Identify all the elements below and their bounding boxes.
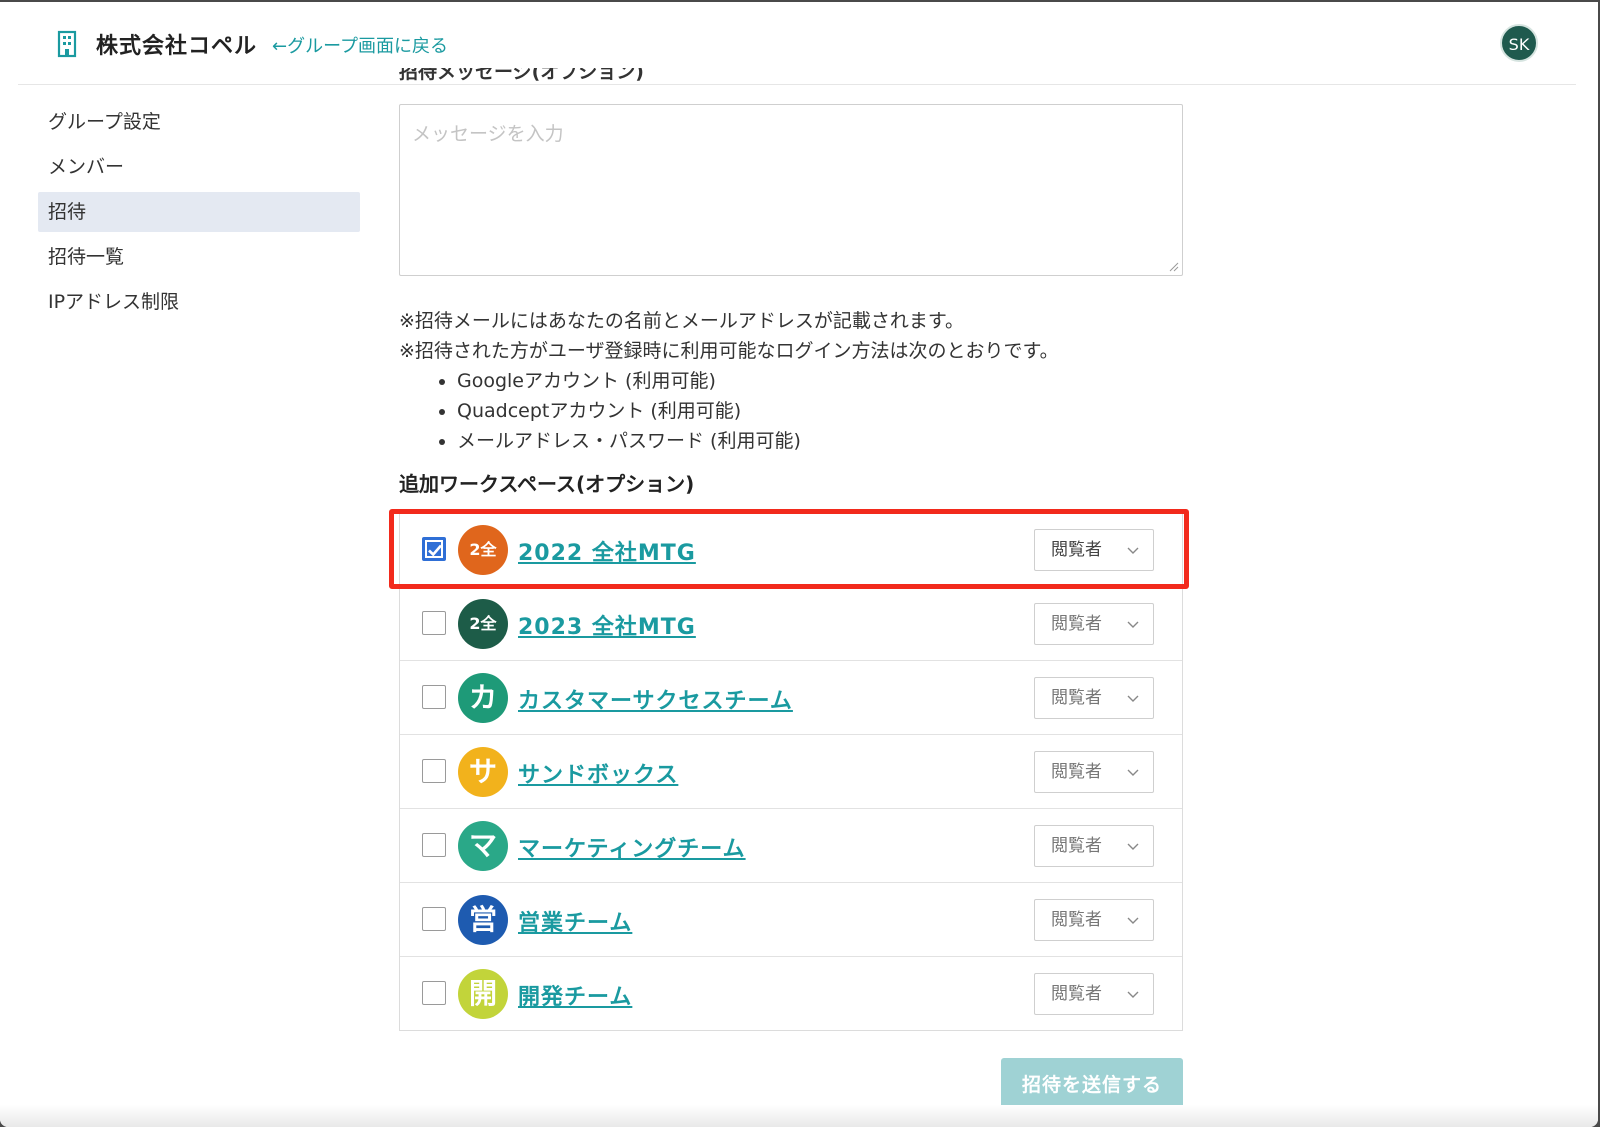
workspace-avatar-icon: 2全 [458,599,508,649]
workspace-checkbox[interactable] [422,611,446,635]
sidebar-item-invite[interactable]: 招待 [38,192,360,232]
workspace-row: 2全 2022 全社MTG 閲覧者 [400,512,1182,586]
window-bottom-shade [0,1105,1598,1127]
login-method-item: メールアドレス・パスワード (利用可能) [457,426,1199,456]
workspace-name-link[interactable]: カスタマーサクセスチーム [518,683,793,715]
workspace-avatar-icon: カ [458,673,508,723]
workspace-avatar-icon: 2全 [458,525,508,575]
workspace-row: 開開発チーム 閲覧者 [400,956,1182,1030]
role-select[interactable]: 閲覧者 [1034,825,1154,867]
chevron-down-icon [1127,621,1139,628]
invite-notes: ※招待メールにはあなたの名前とメールアドレスが記載されます。 ※招待された方がユ… [399,306,1199,456]
send-invite-button[interactable]: 招待を送信する [1001,1058,1183,1108]
chevron-down-icon [1127,917,1139,924]
role-value: 閲覧者 [1051,762,1102,782]
note-line-1: ※招待メールにはあなたの名前とメールアドレスが記載されます。 [399,310,965,332]
app-window: 株式会社コペル ←グループ画面に戻る SK グループ設定 メンバー 招待 招待一… [0,2,1598,1127]
role-select[interactable]: 閲覧者 [1034,603,1154,645]
workspace-checkbox[interactable] [422,981,446,1005]
workspace-row: ササンドボックス 閲覧者 [400,734,1182,808]
workspace-avatar-icon: サ [458,747,508,797]
role-value: 閲覧者 [1051,910,1102,930]
sidebar-item-members[interactable]: メンバー [38,147,360,187]
login-methods-list: Googleアカウント (利用可能) Quadceptアカウント (利用可能) … [399,366,1199,456]
workspace-name-link[interactable]: 開発チーム [518,979,632,1011]
sidebar-item-ip-restriction[interactable]: IPアドレス制限 [38,282,360,322]
role-value: 閲覧者 [1051,984,1102,1004]
workspaces-title: 追加ワークスペース(オプション) [399,472,695,496]
workspace-checkbox[interactable] [422,537,446,561]
workspace-checkbox[interactable] [422,759,446,783]
building-icon [57,30,77,58]
company-name: 株式会社コペル [96,34,258,59]
role-select[interactable]: 閲覧者 [1034,973,1154,1015]
chevron-down-icon [1127,547,1139,554]
chevron-down-icon [1127,769,1139,776]
sidebar-item-group-settings[interactable]: グループ設定 [38,102,360,142]
top-header: 株式会社コペル ←グループ画面に戻る SK [18,2,1576,85]
check-icon [428,544,442,557]
workspace-list: 2全 2022 全社MTG 閲覧者 2全 2023 全社MTG 閲覧者カカスタマーサクセス… [399,512,1183,1031]
workspace-name-link[interactable]: マーケティングチーム [518,831,746,863]
workspace-checkbox[interactable] [422,907,446,931]
sidebar-item-invite-list[interactable]: 招待一覧 [38,237,360,277]
role-select[interactable]: 閲覧者 [1034,677,1154,719]
login-method-item: Quadceptアカウント (利用可能) [457,396,1199,426]
role-select[interactable]: 閲覧者 [1034,529,1154,571]
settings-sidebar: グループ設定 メンバー 招待 招待一覧 IPアドレス制限 [38,102,360,327]
login-method-item: Googleアカウント (利用可能) [457,366,1199,396]
note-line-2: ※招待された方がユーザ登録時に利用可能なログイン方法は次のとおりです。 [399,340,1059,362]
role-select[interactable]: 閲覧者 [1034,751,1154,793]
message-section-label: 招待メッセージ(オプション) [399,68,644,83]
role-value: 閲覧者 [1051,540,1102,560]
role-value: 閲覧者 [1051,688,1102,708]
user-avatar[interactable]: SK [1500,24,1538,62]
workspace-name-link[interactable]: 2022 全社MTG [518,535,696,567]
workspace-row: カカスタマーサクセスチーム 閲覧者 [400,660,1182,734]
back-to-group-link[interactable]: ←グループ画面に戻る [272,32,448,58]
workspace-checkbox[interactable] [422,833,446,857]
resize-grip-icon[interactable] [1169,262,1179,272]
workspace-name-link[interactable]: サンドボックス [518,757,678,789]
role-value: 閲覧者 [1051,836,1102,856]
workspace-row: ママーケティングチーム 閲覧者 [400,808,1182,882]
chevron-down-icon [1127,843,1139,850]
chevron-down-icon [1127,695,1139,702]
role-select[interactable]: 閲覧者 [1034,899,1154,941]
workspace-avatar-icon: 開 [458,969,508,1019]
chevron-down-icon [1127,991,1139,998]
workspace-name-link[interactable]: 営業チーム [518,905,632,937]
workspace-name-link[interactable]: 2023 全社MTG [518,609,696,641]
workspace-checkbox[interactable] [422,685,446,709]
workspace-row: 営営業チーム 閲覧者 [400,882,1182,956]
workspace-avatar-icon: 営 [458,895,508,945]
invite-message-input[interactable] [399,104,1183,276]
role-value: 閲覧者 [1051,614,1102,634]
workspace-row: 2全 2023 全社MTG 閲覧者 [400,586,1182,660]
workspace-avatar-icon: マ [458,821,508,871]
